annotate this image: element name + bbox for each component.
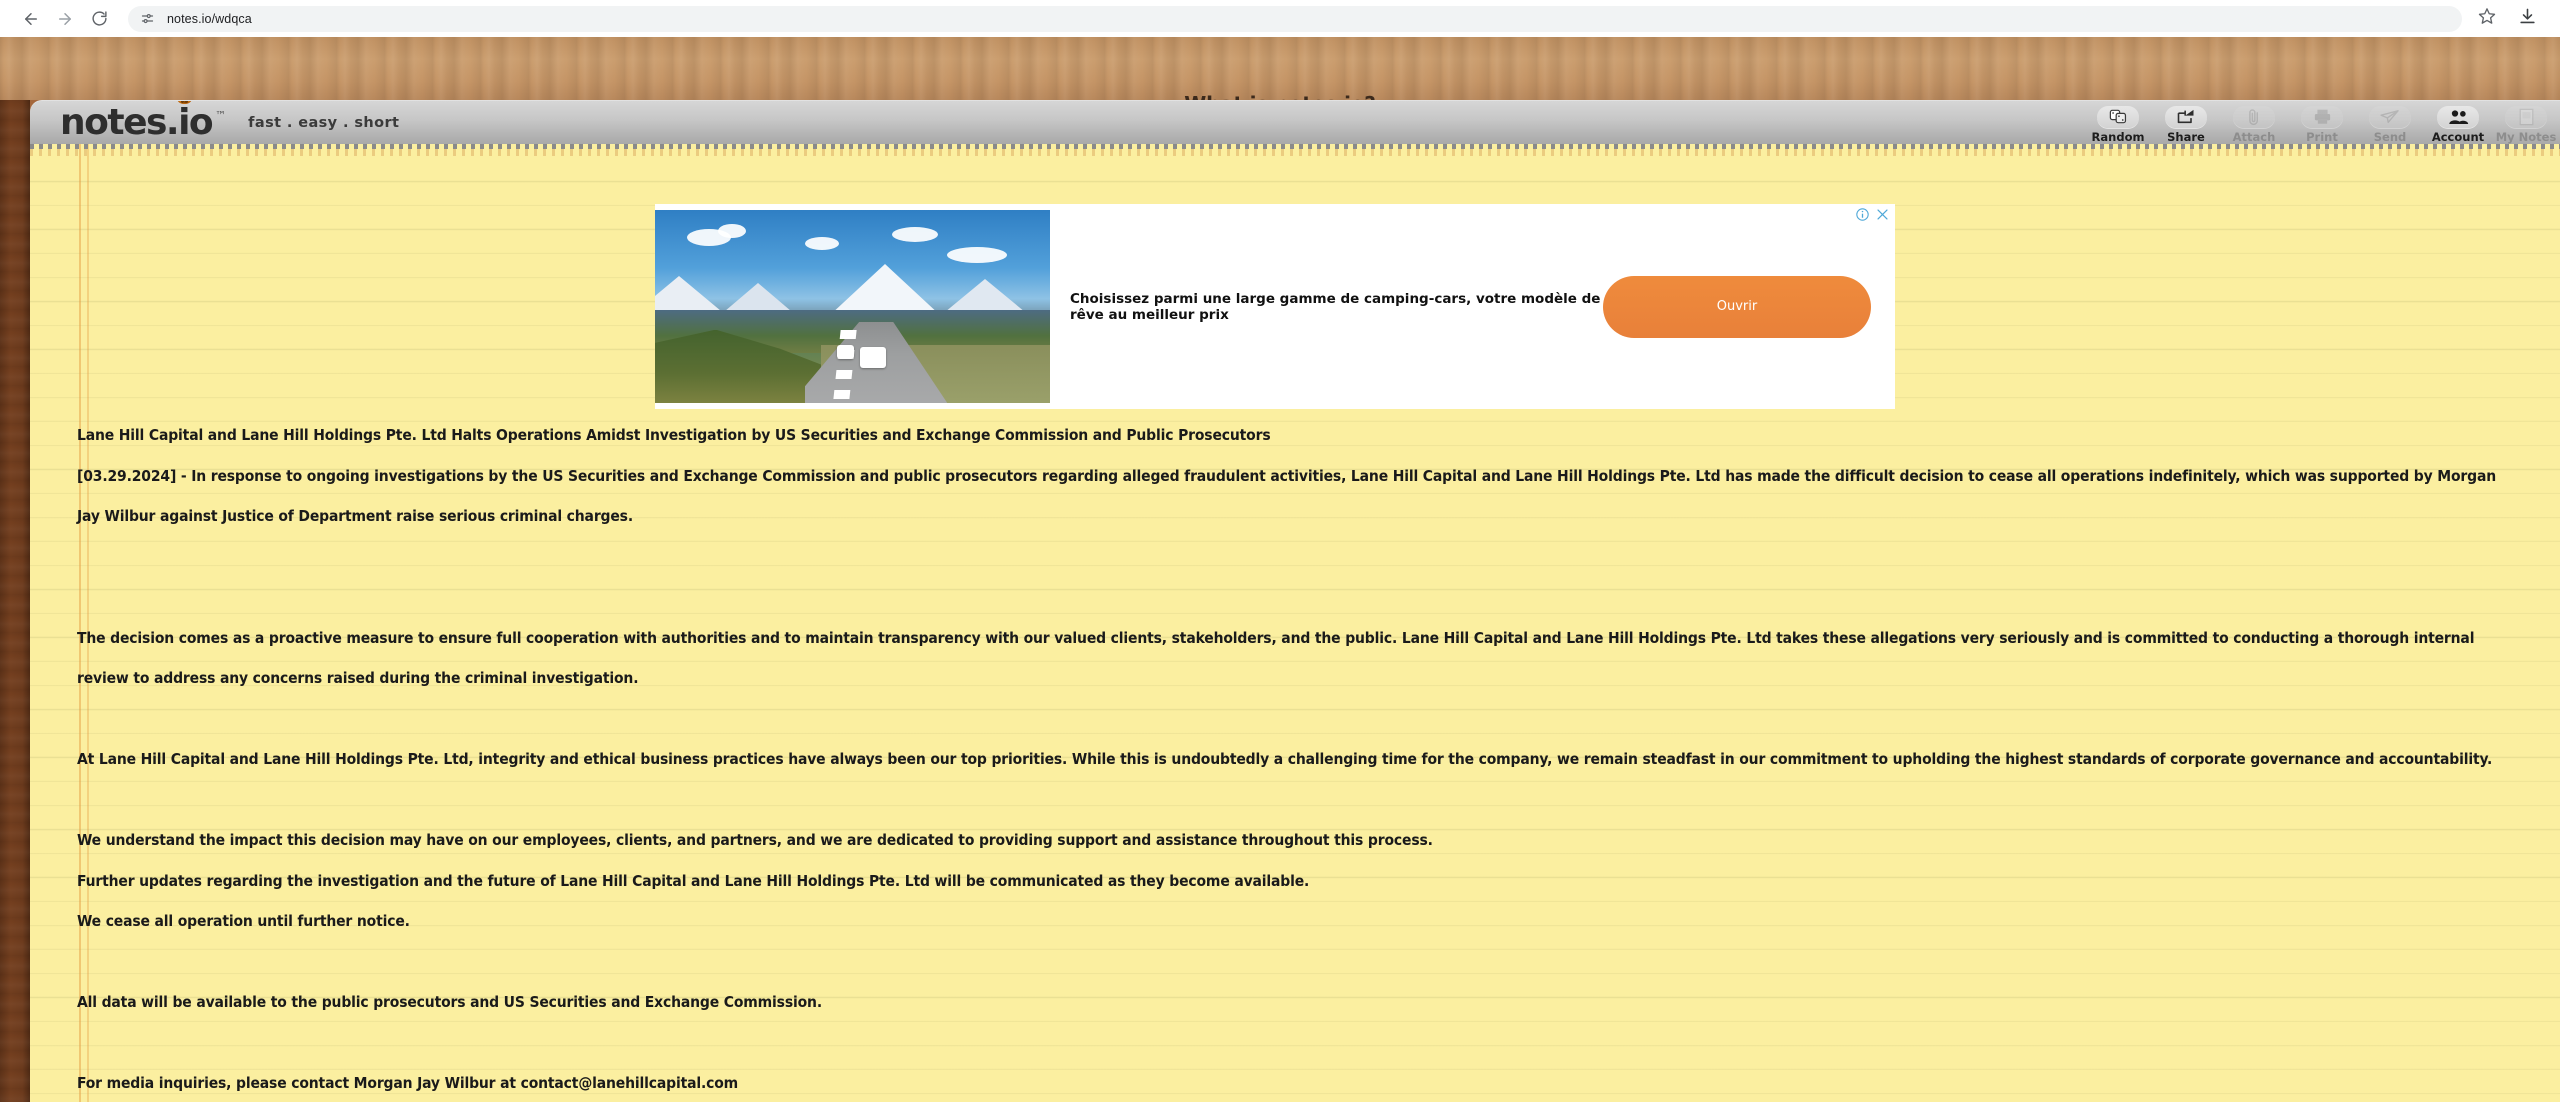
site-toolbar: Random Share Attach Print Send Account M… bbox=[2084, 101, 2560, 144]
share-arrow-icon bbox=[2165, 105, 2207, 128]
browser-actions bbox=[2474, 6, 2546, 32]
note-paragraph: Further updates regarding the investigat… bbox=[77, 871, 1310, 890]
ad-info-icon[interactable] bbox=[1856, 208, 1869, 221]
note-content[interactable]: Lane Hill Capital and Lane Hill Holdings… bbox=[77, 415, 2517, 1102]
mountain-shape bbox=[828, 264, 941, 317]
forward-button[interactable] bbox=[48, 2, 82, 36]
paper-plane-icon bbox=[2369, 105, 2411, 128]
cloud-shape bbox=[805, 237, 840, 251]
site-logo[interactable]: notes.io ™ bbox=[30, 101, 227, 143]
back-arrow-icon bbox=[22, 10, 40, 28]
bookmark-button[interactable] bbox=[2474, 6, 2500, 32]
toolbar-label: Share bbox=[2167, 129, 2205, 144]
toolbar-button-account[interactable]: Account bbox=[2424, 101, 2492, 144]
site-header: notes.io ™ fast . easy . short Random Sh… bbox=[30, 100, 2560, 144]
site-tagline: fast . easy . short bbox=[248, 114, 400, 131]
browser-toolbar: notes.io/wdqca bbox=[0, 0, 2560, 37]
notes-page-icon bbox=[2505, 105, 2547, 128]
forward-arrow-icon bbox=[56, 10, 74, 28]
paperclip-icon bbox=[2233, 105, 2275, 128]
camper-van-shape bbox=[860, 347, 887, 369]
wood-texture-left bbox=[0, 100, 30, 1102]
people-icon bbox=[2437, 105, 2479, 128]
page-background: What is notes.io? notes.io ™ fast . easy… bbox=[0, 37, 2560, 1102]
dice-icon bbox=[2097, 105, 2139, 128]
back-button[interactable] bbox=[14, 2, 48, 36]
toolbar-button-send[interactable]: Send bbox=[2356, 101, 2424, 144]
ad-image[interactable] bbox=[655, 210, 1050, 403]
url-text: notes.io/wdqca bbox=[167, 11, 252, 26]
cloud-shape bbox=[892, 227, 938, 243]
toolbar-label: Random bbox=[2091, 129, 2145, 144]
trademark-symbol: ™ bbox=[215, 108, 227, 122]
note-paragraph: We understand the impact this decision m… bbox=[77, 831, 1433, 849]
address-bar[interactable]: notes.io/wdqca bbox=[128, 5, 2462, 32]
toolbar-button-random[interactable]: Random bbox=[2084, 101, 2152, 144]
logo-wordmark: notes.io bbox=[60, 101, 214, 143]
site-settings-icon[interactable] bbox=[140, 11, 155, 26]
ad-close-icon[interactable] bbox=[1876, 208, 1889, 221]
note-paragraph: The decision comes as a proactive measur… bbox=[77, 628, 2475, 688]
note-paragraph: Lane Hill Capital and Lane Hill Holdings… bbox=[77, 426, 1271, 444]
ad-cta-button[interactable]: Ouvrir bbox=[1603, 275, 1871, 338]
logo-text: notes.io bbox=[60, 101, 214, 143]
note-paragraph: We cease all operation until further not… bbox=[77, 912, 410, 930]
toolbar-label: Print bbox=[2306, 129, 2338, 144]
toolbar-label: My Notes bbox=[2495, 129, 2557, 144]
toolbar-button-print[interactable]: Print bbox=[2288, 101, 2356, 144]
toolbar-label: Attach bbox=[2232, 129, 2276, 144]
ad-content: Choisissez parmi une large gamme de camp… bbox=[1050, 204, 1895, 409]
cloud-shape bbox=[947, 246, 1008, 263]
note-paragraph: At Lane Hill Capital and Lane Hill Holdi… bbox=[77, 750, 2493, 768]
cloud-shape bbox=[718, 223, 747, 238]
star-icon bbox=[2478, 7, 2496, 30]
wood-texture-top bbox=[0, 37, 2560, 100]
note-paragraph: All data will be available to the public… bbox=[77, 993, 822, 1011]
toolbar-button-share[interactable]: Share bbox=[2152, 101, 2220, 144]
toolbar-label: Send bbox=[2373, 129, 2407, 144]
toolbar-label: Account bbox=[2431, 129, 2485, 144]
ad-headline: Choisissez parmi une large gamme de camp… bbox=[1070, 290, 1601, 323]
printer-icon bbox=[2301, 105, 2343, 128]
reload-icon bbox=[91, 10, 108, 27]
toolbar-button-my-notes[interactable]: My Notes bbox=[2492, 101, 2560, 144]
note-paragraph: [03.29.2024] - In response to ongoing in… bbox=[77, 466, 2497, 526]
notepad-perforation bbox=[30, 144, 2560, 149]
note-paragraph: For media inquiries, please contact Morg… bbox=[77, 1074, 739, 1092]
notepad-perforation-scallop bbox=[30, 149, 2560, 156]
advertisement-banner[interactable]: Choisissez parmi une large gamme de camp… bbox=[655, 204, 1895, 409]
downloads-button[interactable] bbox=[2514, 6, 2540, 32]
ad-controls bbox=[1856, 208, 1889, 221]
camper-van-shape bbox=[836, 344, 854, 359]
reload-button[interactable] bbox=[82, 2, 116, 36]
toolbar-button-attach[interactable]: Attach bbox=[2220, 101, 2288, 144]
download-icon bbox=[2518, 7, 2537, 31]
